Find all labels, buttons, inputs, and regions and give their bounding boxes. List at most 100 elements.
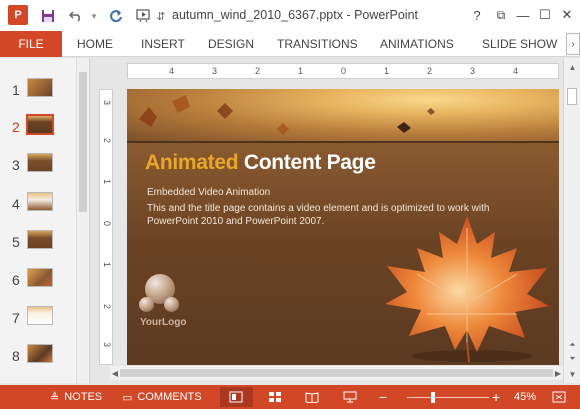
tab-transitions[interactable]: TRANSITIONS bbox=[277, 31, 358, 57]
thumbnail-number: 4 bbox=[12, 196, 20, 212]
slide-horizontal-scrollbar[interactable]: ◀ ▶ bbox=[110, 366, 563, 380]
ribbon-display-options-button[interactable]: ⧉ bbox=[490, 5, 512, 25]
ruler-tick: 3 bbox=[102, 342, 112, 348]
tab-animations[interactable]: ANIMATIONS bbox=[380, 31, 454, 57]
slide-sorter-icon[interactable] bbox=[268, 385, 282, 409]
thumbnail-number: 6 bbox=[12, 272, 20, 288]
document-title: autumn_wind_2010_6367.pptx - PowerPoint bbox=[172, 8, 419, 22]
slide-canvas[interactable]: Animated Content Page Embedded Video Ani… bbox=[127, 89, 559, 365]
comments-label: COMMENTS bbox=[137, 391, 202, 403]
redo-repeat-icon[interactable] bbox=[106, 6, 126, 26]
scroll-down-icon[interactable]: ▼ bbox=[565, 367, 580, 381]
slide-title[interactable]: Animated Content Page bbox=[145, 151, 376, 175]
notes-label: NOTES bbox=[64, 391, 103, 403]
previous-slide-icon[interactable]: ⏶ bbox=[565, 338, 580, 352]
help-button[interactable]: ? bbox=[466, 5, 488, 25]
ruler-tick: 3 bbox=[470, 66, 476, 76]
undo-dropdown-icon[interactable]: ▾ bbox=[88, 6, 100, 26]
scroll-right-icon[interactable]: ▶ bbox=[553, 366, 563, 380]
ruler-tick: 0 bbox=[102, 221, 112, 227]
tab-slide-show[interactable]: SLIDE SHOW bbox=[482, 31, 557, 57]
thumbnail-image bbox=[27, 192, 53, 211]
zoom-in-button[interactable]: + bbox=[492, 385, 500, 409]
logo-text: YourLogo bbox=[140, 317, 187, 328]
thumbnail-slide-3[interactable]: 3 bbox=[0, 151, 75, 179]
normal-view-icon[interactable] bbox=[229, 385, 243, 409]
thumbnail-image bbox=[27, 344, 53, 363]
scroll-left-icon[interactable]: ◀ bbox=[110, 366, 120, 380]
tab-design[interactable]: DESIGN bbox=[208, 31, 254, 57]
title-bar: P ▾ ⇵ autumn_wind_2010_6367.pptx - Power… bbox=[0, 0, 580, 31]
zoom-out-button[interactable]: − bbox=[379, 385, 387, 409]
zoom-level[interactable]: 45% bbox=[514, 385, 536, 409]
ruler-tick: 2 bbox=[102, 138, 112, 144]
slide-vertical-scrollbar[interactable]: ▲ ⏶ ⏷ ▼ bbox=[563, 58, 580, 383]
minimize-button[interactable]: — bbox=[512, 5, 534, 25]
ruler-tick: 2 bbox=[427, 66, 433, 76]
ribbon-scroll-right-button[interactable]: › bbox=[566, 33, 580, 55]
ribbon-tab-bar: FILE HOME INSERT DESIGN TRANSITIONS ANIM… bbox=[0, 31, 580, 57]
thumbnail-image bbox=[27, 268, 53, 287]
customize-toolbar-icon[interactable]: ⇵ bbox=[155, 6, 167, 26]
thumbnail-image bbox=[27, 306, 53, 325]
slide-header-divider bbox=[127, 141, 559, 143]
thumbnail-slide-8[interactable]: 8 bbox=[0, 342, 75, 370]
tab-file[interactable]: FILE bbox=[0, 31, 62, 57]
ruler-tick: 4 bbox=[513, 66, 519, 76]
ruler-tick: 2 bbox=[102, 304, 112, 310]
thumbnail-number: 3 bbox=[12, 157, 20, 173]
zoom-slider-track[interactable] bbox=[407, 397, 489, 398]
thumbnail-number: 8 bbox=[12, 348, 20, 364]
reading-view-icon[interactable] bbox=[305, 385, 319, 409]
ruler-tick: 1 bbox=[102, 179, 112, 185]
powerpoint-window: P ▾ ⇵ autumn_wind_2010_6367.pptx - Power… bbox=[0, 0, 580, 409]
scroll-up-icon[interactable]: ▲ bbox=[565, 60, 580, 74]
thumbnail-scrollbar[interactable] bbox=[76, 58, 88, 383]
maximize-button[interactable]: ☐ bbox=[534, 5, 556, 25]
slide-show-icon[interactable] bbox=[343, 385, 357, 409]
next-slide-icon[interactable]: ⏷ bbox=[565, 352, 580, 366]
comment-icon: ▭ bbox=[122, 391, 133, 404]
falling-leaves-graphic bbox=[139, 95, 435, 135]
ruler-tick: 3 bbox=[212, 66, 218, 76]
slide-subtitle[interactable]: Embedded Video Animation bbox=[147, 187, 270, 198]
ruler-tick: 1 bbox=[102, 262, 112, 268]
thumbnail-image bbox=[27, 78, 53, 97]
zoom-slider-knob[interactable] bbox=[431, 392, 435, 403]
ruler-tick: 3 bbox=[102, 100, 112, 106]
thumbnail-slide-5[interactable]: 5 bbox=[0, 228, 75, 256]
horizontal-ruler[interactable]: 4 3 2 1 0 1 2 3 4 bbox=[127, 63, 559, 79]
thumbnail-number: 5 bbox=[12, 234, 20, 250]
close-button[interactable]: ✕ bbox=[556, 5, 578, 25]
slide-thumbnail-pane: 1 2 3 4 5 6 7 8 bbox=[0, 58, 90, 383]
maple-leaf-graphic bbox=[385, 216, 549, 363]
thumbnail-image bbox=[27, 153, 53, 172]
tab-home[interactable]: HOME bbox=[77, 31, 113, 57]
comments-button[interactable]: ▭ COMMENTS bbox=[122, 385, 202, 409]
thumbnail-slide-2[interactable]: 2 bbox=[0, 113, 75, 141]
ruler-tick: 2 bbox=[255, 66, 261, 76]
thumbnail-image bbox=[27, 230, 53, 249]
thumbnail-slide-4[interactable]: 4 bbox=[0, 190, 75, 218]
vertical-scroll-thumb[interactable] bbox=[567, 88, 577, 105]
thumbnail-scroll-thumb[interactable] bbox=[79, 72, 87, 212]
horizontal-scroll-thumb[interactable] bbox=[120, 369, 553, 377]
vertical-ruler[interactable]: 3 2 1 0 1 2 3 bbox=[99, 89, 113, 365]
save-icon[interactable] bbox=[38, 6, 58, 26]
powerpoint-app-icon[interactable]: P bbox=[8, 5, 28, 25]
ruler-tick: 0 bbox=[341, 66, 347, 76]
thumbnail-slide-1[interactable]: 1 bbox=[0, 76, 75, 104]
status-bar: ≜ NOTES ▭ COMMENTS − + 45% bbox=[0, 385, 580, 409]
thumbnail-slide-7[interactable]: 7 bbox=[0, 304, 75, 332]
thumbnail-number: 1 bbox=[12, 82, 20, 98]
start-from-beginning-icon[interactable] bbox=[134, 6, 154, 26]
thumbnail-number: 2 bbox=[12, 119, 20, 135]
ruler-tick: 1 bbox=[298, 66, 304, 76]
notes-button[interactable]: ≜ NOTES bbox=[50, 385, 102, 409]
slide-title-accent: Animated bbox=[145, 151, 239, 174]
undo-icon[interactable] bbox=[66, 6, 86, 26]
fit-slide-to-window-icon[interactable] bbox=[552, 385, 566, 409]
thumbnail-slide-6[interactable]: 6 bbox=[0, 266, 75, 294]
slide-title-main: Content Page bbox=[243, 151, 376, 174]
tab-insert[interactable]: INSERT bbox=[141, 31, 185, 57]
